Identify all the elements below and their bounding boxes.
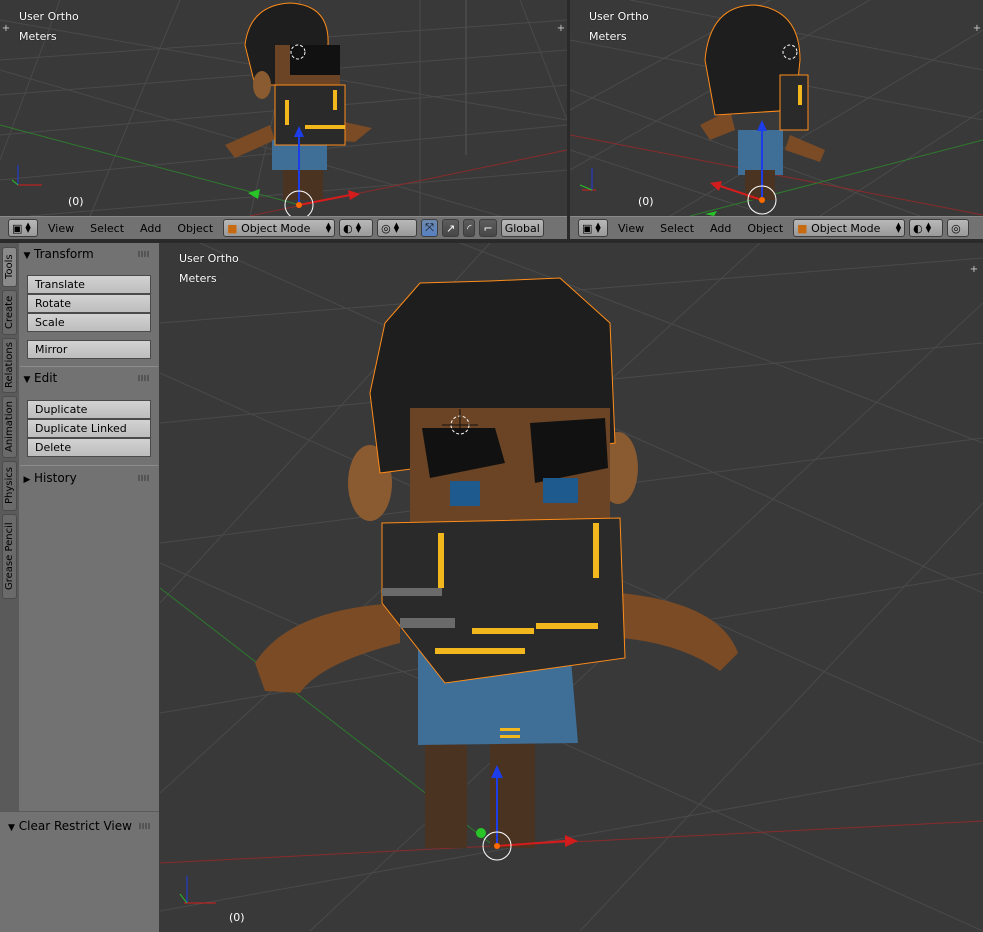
menu-view[interactable]: View <box>610 222 652 235</box>
area-divider[interactable] <box>567 0 570 240</box>
sphere-shading-icon: ◐ <box>343 221 353 235</box>
viewport-grid <box>0 0 567 216</box>
cube-icon: ■ <box>227 221 238 235</box>
viewport-grid <box>160 243 983 931</box>
translate-button[interactable]: Translate <box>27 275 151 294</box>
editor-type-button[interactable]: ▣ ▲ ▼ <box>8 219 38 237</box>
tab-tools[interactable]: Tools <box>2 247 17 287</box>
tab-animation[interactable]: Animation <box>2 396 17 458</box>
shading-select[interactable]: ◐ ▲ ▼ <box>339 219 374 237</box>
pivot-select[interactable]: ◎ ▲ ▼ <box>377 219 418 237</box>
view-label: User Ortho <box>19 10 79 23</box>
duplicate-button[interactable]: Duplicate <box>27 400 151 419</box>
collapse-triangle-icon: ▼ <box>23 375 31 385</box>
viewport-main[interactable]: User Ortho Meters (0) + <box>160 243 983 931</box>
frame-number: (0) <box>638 195 654 208</box>
delete-button[interactable]: Delete <box>27 438 151 457</box>
panel-separator <box>20 465 158 466</box>
translate-manipulator[interactable]: ↗ <box>441 219 460 237</box>
viewport-header-right: ▣ ▲ ▼ View Select Add Object ■ Object Mode… <box>570 216 983 240</box>
frame-number: (0) <box>68 195 84 208</box>
menu-select[interactable]: Select <box>82 222 132 235</box>
frame-number: (0) <box>229 911 245 924</box>
tab-create[interactable]: Create <box>2 290 17 335</box>
drag-grip-icon[interactable] <box>138 375 150 381</box>
menu-view[interactable]: View <box>40 222 82 235</box>
3d-view-icon: ▣ <box>12 221 23 235</box>
mode-select[interactable]: ■ Object Mode ▲ ▼ <box>793 219 906 237</box>
duplicate-linked-button[interactable]: Duplicate Linked <box>27 419 151 438</box>
pivot-icon: ◎ <box>381 221 391 235</box>
view-label: User Ortho <box>179 252 239 265</box>
tab-relations[interactable]: Relations <box>2 338 17 393</box>
area-split-corner[interactable]: + <box>1 24 11 34</box>
menu-add[interactable]: Add <box>132 222 169 235</box>
expand-triangle-icon: ▶ <box>23 475 31 485</box>
view-label: User Ortho <box>589 10 649 23</box>
menu-select[interactable]: Select <box>652 222 702 235</box>
scale-icon: ⌐ <box>483 221 493 235</box>
rotate-icon: ◜ <box>467 221 472 235</box>
menu-object[interactable]: Object <box>169 222 221 235</box>
tab-physics[interactable]: Physics <box>2 461 17 511</box>
character-model[interactable] <box>255 277 738 848</box>
scale-manipulator[interactable]: ⌐ <box>479 219 497 237</box>
panel-separator <box>20 366 158 367</box>
area-split-corner[interactable]: + <box>556 24 566 34</box>
orientation-select[interactable]: Global <box>500 219 544 237</box>
area-split-corner[interactable]: + <box>972 24 982 34</box>
menu-add[interactable]: Add <box>702 222 739 235</box>
pivot-select[interactable]: ◎ <box>947 219 970 237</box>
editor-type-button[interactable]: ▣ ▲ ▼ <box>578 219 608 237</box>
drag-grip-icon[interactable] <box>138 475 150 481</box>
rotate-manipulator[interactable]: ◜ <box>463 219 476 237</box>
manipulator-toggle[interactable]: ⤧ <box>421 219 438 237</box>
units-label: Meters <box>179 272 217 285</box>
tab-grease-pencil[interactable]: Grease Pencil <box>2 514 17 599</box>
pivot-icon: ◎ <box>951 221 961 235</box>
edit-panel-header[interactable]: ▼ Edit <box>20 368 158 388</box>
collapse-triangle-icon: ▼ <box>23 251 31 261</box>
rotate-button[interactable]: Rotate <box>27 294 151 313</box>
sphere-shading-icon: ◐ <box>913 221 923 235</box>
mode-select[interactable]: ■ Object Mode ▲ ▼ <box>223 219 336 237</box>
collapse-triangle-icon: ▼ <box>8 823 15 833</box>
viewport-grid <box>570 0 983 216</box>
viewport-top-right[interactable]: User Ortho Meters (0) + <box>570 0 983 216</box>
tool-shelf-tabs: Tools Create Relations Animation Physics… <box>0 243 19 811</box>
transform-panel-header[interactable]: ▼ Transform <box>20 244 158 264</box>
manipulator-icon: ⤧ <box>425 221 434 234</box>
history-panel-header[interactable]: ▶ History <box>20 468 158 488</box>
operator-panel-header[interactable]: ▼ Clear Restrict View <box>8 816 153 836</box>
translate-icon: ↗ <box>445 221 456 235</box>
drag-grip-icon[interactable] <box>138 251 150 257</box>
operator-panel: ▼ Clear Restrict View <box>0 811 159 932</box>
units-label: Meters <box>19 30 57 43</box>
shading-select[interactable]: ◐ ▲ ▼ <box>909 219 944 237</box>
scale-button[interactable]: Scale <box>27 313 151 332</box>
cube-icon: ■ <box>797 221 808 235</box>
3d-view-icon: ▣ <box>582 221 593 235</box>
viewport-top-left[interactable]: User Ortho Meters (0) + + <box>0 0 567 216</box>
drag-grip-icon[interactable] <box>139 823 151 829</box>
units-label: Meters <box>589 30 627 43</box>
area-split-corner[interactable]: + <box>969 265 979 275</box>
viewport-header-left: ▣ ▲ ▼ View Select Add Object ■ Object Mode… <box>0 216 567 240</box>
menu-object[interactable]: Object <box>739 222 791 235</box>
mirror-button[interactable]: Mirror <box>27 340 151 359</box>
